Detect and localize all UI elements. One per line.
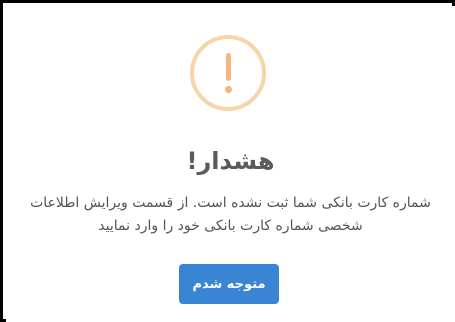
- warning-icon: [190, 35, 266, 111]
- warning-icon-bar: [226, 53, 231, 81]
- window-frame: !هشدار شماره کارت بانکی شما ثبت نشده است…: [0, 0, 455, 322]
- dialog-title: !هشدار: [186, 147, 275, 175]
- dialog-message: شماره کارت بانکی شما ثبت نشده است. از قس…: [30, 195, 431, 234]
- warning-dialog: !هشدار شماره کارت بانکی شما ثبت نشده است…: [6, 6, 455, 322]
- confirm-button[interactable]: متوجه شدم: [179, 264, 279, 304]
- warning-icon-dot: [225, 86, 232, 93]
